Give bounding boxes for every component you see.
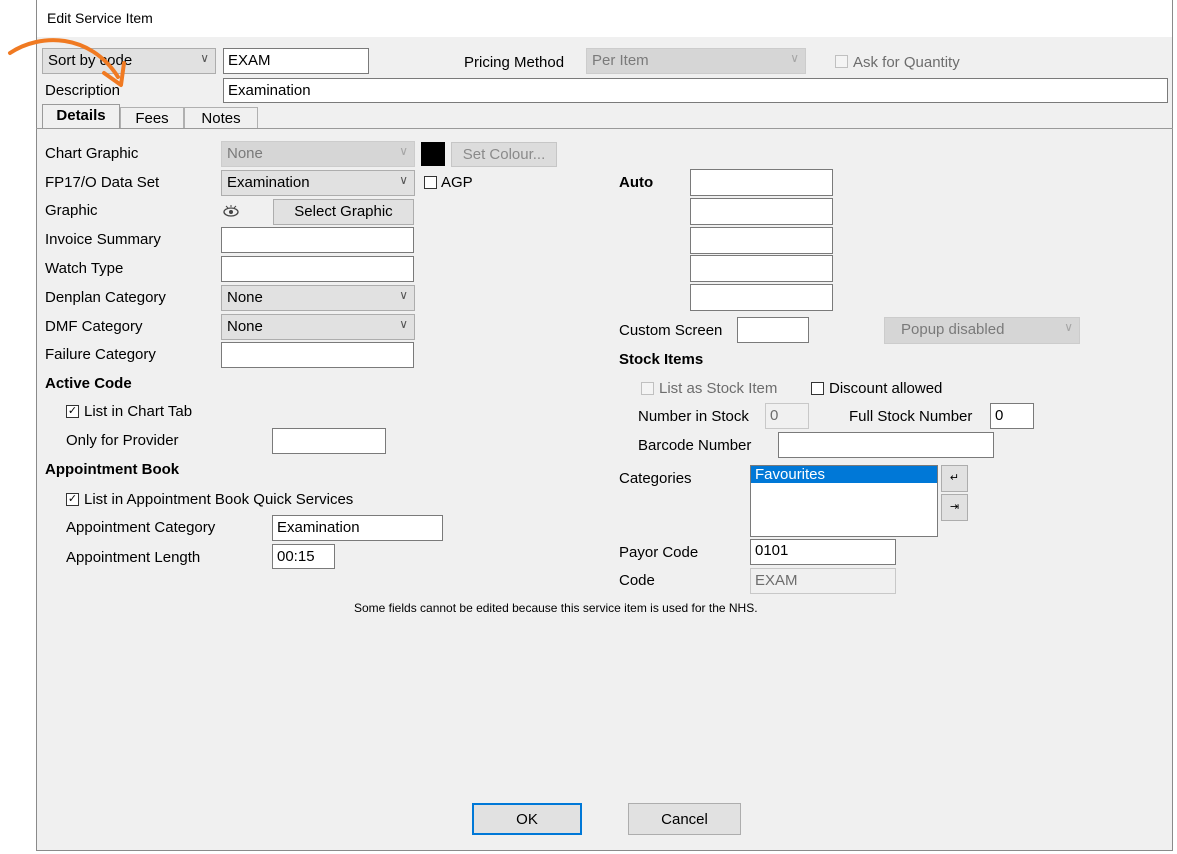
code-input[interactable]: EXAM <box>750 568 896 594</box>
agp-label: AGP <box>441 174 473 191</box>
pricing-method-value: Per Item <box>592 52 649 69</box>
only-provider-label: Only for Provider <box>66 432 179 449</box>
auto-input-4[interactable] <box>690 255 833 282</box>
list-stock-item-checkbox[interactable] <box>641 382 654 395</box>
active-code-heading: Active Code <box>45 375 132 392</box>
only-provider-input[interactable] <box>272 428 386 454</box>
add-category-icon[interactable]: ↵ <box>941 465 968 492</box>
popup-select-value: Popup disabled <box>901 321 1005 338</box>
invoice-summary-label: Invoice Summary <box>45 231 161 248</box>
discount-allowed-checkbox[interactable] <box>811 382 824 395</box>
watch-type-label: Watch Type <box>45 260 124 277</box>
chart-graphic-select[interactable]: None ∨ <box>221 141 415 167</box>
service-code-input[interactable]: EXAM <box>223 48 369 74</box>
tab-details[interactable]: Details <box>42 104 120 129</box>
set-colour-button[interactable]: Set Colour... <box>451 142 557 167</box>
denplan-category-value: None <box>227 289 263 306</box>
list-chart-tab-label: List in Chart Tab <box>84 403 193 420</box>
popup-select[interactable]: Popup disabled ∨ <box>884 317 1080 344</box>
pricing-method-select[interactable]: Per Item ∨ <box>586 48 806 74</box>
payor-code-input[interactable]: 0101 <box>750 539 896 565</box>
auto-input-3[interactable] <box>690 227 833 254</box>
dmf-category-value: None <box>227 318 263 335</box>
ask-quantity-label: Ask for Quantity <box>853 54 960 71</box>
tab-divider <box>36 128 1173 129</box>
title-bar: Edit Service Item <box>37 0 1172 37</box>
list-quick-services-checkbox[interactable]: ✓ <box>66 493 79 506</box>
stock-items-heading: Stock Items <box>619 351 704 368</box>
auto-input-1[interactable] <box>690 169 833 196</box>
payor-code-label: Payor Code <box>619 544 699 561</box>
barcode-number-label: Barcode Number <box>638 437 752 454</box>
cancel-button[interactable]: Cancel <box>628 803 741 835</box>
failure-category-input[interactable] <box>221 342 414 368</box>
watch-type-input[interactable] <box>221 256 414 282</box>
appointment-length-input[interactable]: 00:15 <box>272 544 335 569</box>
chevron-down-icon: ∨ <box>399 144 408 158</box>
eye-icon <box>223 205 239 217</box>
fp17-select[interactable]: Examination ∨ <box>221 170 415 196</box>
categories-label: Categories <box>619 470 692 487</box>
agp-checkbox[interactable] <box>424 176 437 189</box>
code-label: Code <box>619 572 655 589</box>
select-graphic-button[interactable]: Select Graphic <box>273 199 414 225</box>
denplan-category-label: Denplan Category <box>45 289 166 306</box>
tab-fees[interactable]: Fees <box>120 107 184 128</box>
chart-graphic-label: Chart Graphic <box>45 145 139 162</box>
annotation-arrow-icon <box>8 38 126 87</box>
nhs-note: Some fields cannot be edited because thi… <box>354 601 758 615</box>
number-in-stock-input[interactable]: 0 <box>765 403 809 429</box>
chevron-down-icon: ∨ <box>790 51 799 65</box>
full-stock-number-input[interactable]: 0 <box>990 403 1034 429</box>
fp17-value: Examination <box>227 174 310 191</box>
dmf-category-select[interactable]: None ∨ <box>221 314 415 340</box>
invoice-summary-input[interactable] <box>221 227 414 253</box>
list-chart-tab-checkbox[interactable]: ✓ <box>66 405 79 418</box>
tab-notes[interactable]: Notes <box>184 107 258 128</box>
ask-quantity-checkbox[interactable] <box>835 55 848 68</box>
dmf-category-label: DMF Category <box>45 318 143 335</box>
failure-category-label: Failure Category <box>45 346 156 363</box>
description-input[interactable]: Examination <box>223 78 1168 103</box>
appointment-category-label: Appointment Category <box>66 519 216 536</box>
pricing-method-label: Pricing Method <box>464 54 565 71</box>
ok-button[interactable]: OK <box>472 803 582 835</box>
list-item[interactable]: Favourites <box>751 466 937 483</box>
appointment-category-input[interactable]: Examination <box>272 515 443 541</box>
chevron-down-icon: ∨ <box>399 317 408 331</box>
colour-swatch <box>421 142 445 166</box>
chevron-down-icon: ∨ <box>399 173 408 187</box>
full-stock-number-label: Full Stock Number <box>849 408 973 425</box>
list-stock-item-label: List as Stock Item <box>659 380 778 397</box>
auto-heading: Auto <box>619 174 654 191</box>
chart-graphic-value: None <box>227 145 263 162</box>
chevron-down-icon: ∨ <box>1064 320 1073 334</box>
auto-input-2[interactable] <box>690 198 833 225</box>
denplan-category-select[interactable]: None ∨ <box>221 285 415 311</box>
chevron-down-icon: ∨ <box>399 288 408 302</box>
discount-allowed-label: Discount allowed <box>829 380 943 397</box>
graphic-label: Graphic <box>45 202 98 219</box>
custom-screen-input[interactable] <box>737 317 809 343</box>
fp17-label: FP17/O Data Set <box>45 174 160 191</box>
categories-listbox[interactable]: Favourites <box>750 465 938 537</box>
number-in-stock-label: Number in Stock <box>638 408 749 425</box>
appointment-length-label: Appointment Length <box>66 549 201 566</box>
list-quick-services-label: List in Appointment Book Quick Services <box>84 491 354 508</box>
barcode-number-input[interactable] <box>778 432 994 458</box>
auto-input-5[interactable] <box>690 284 833 311</box>
appointment-book-heading: Appointment Book <box>45 461 180 478</box>
remove-category-icon[interactable]: ⇥ <box>941 494 968 521</box>
chevron-down-icon: ∨ <box>200 51 209 65</box>
custom-screen-label: Custom Screen <box>619 322 723 339</box>
